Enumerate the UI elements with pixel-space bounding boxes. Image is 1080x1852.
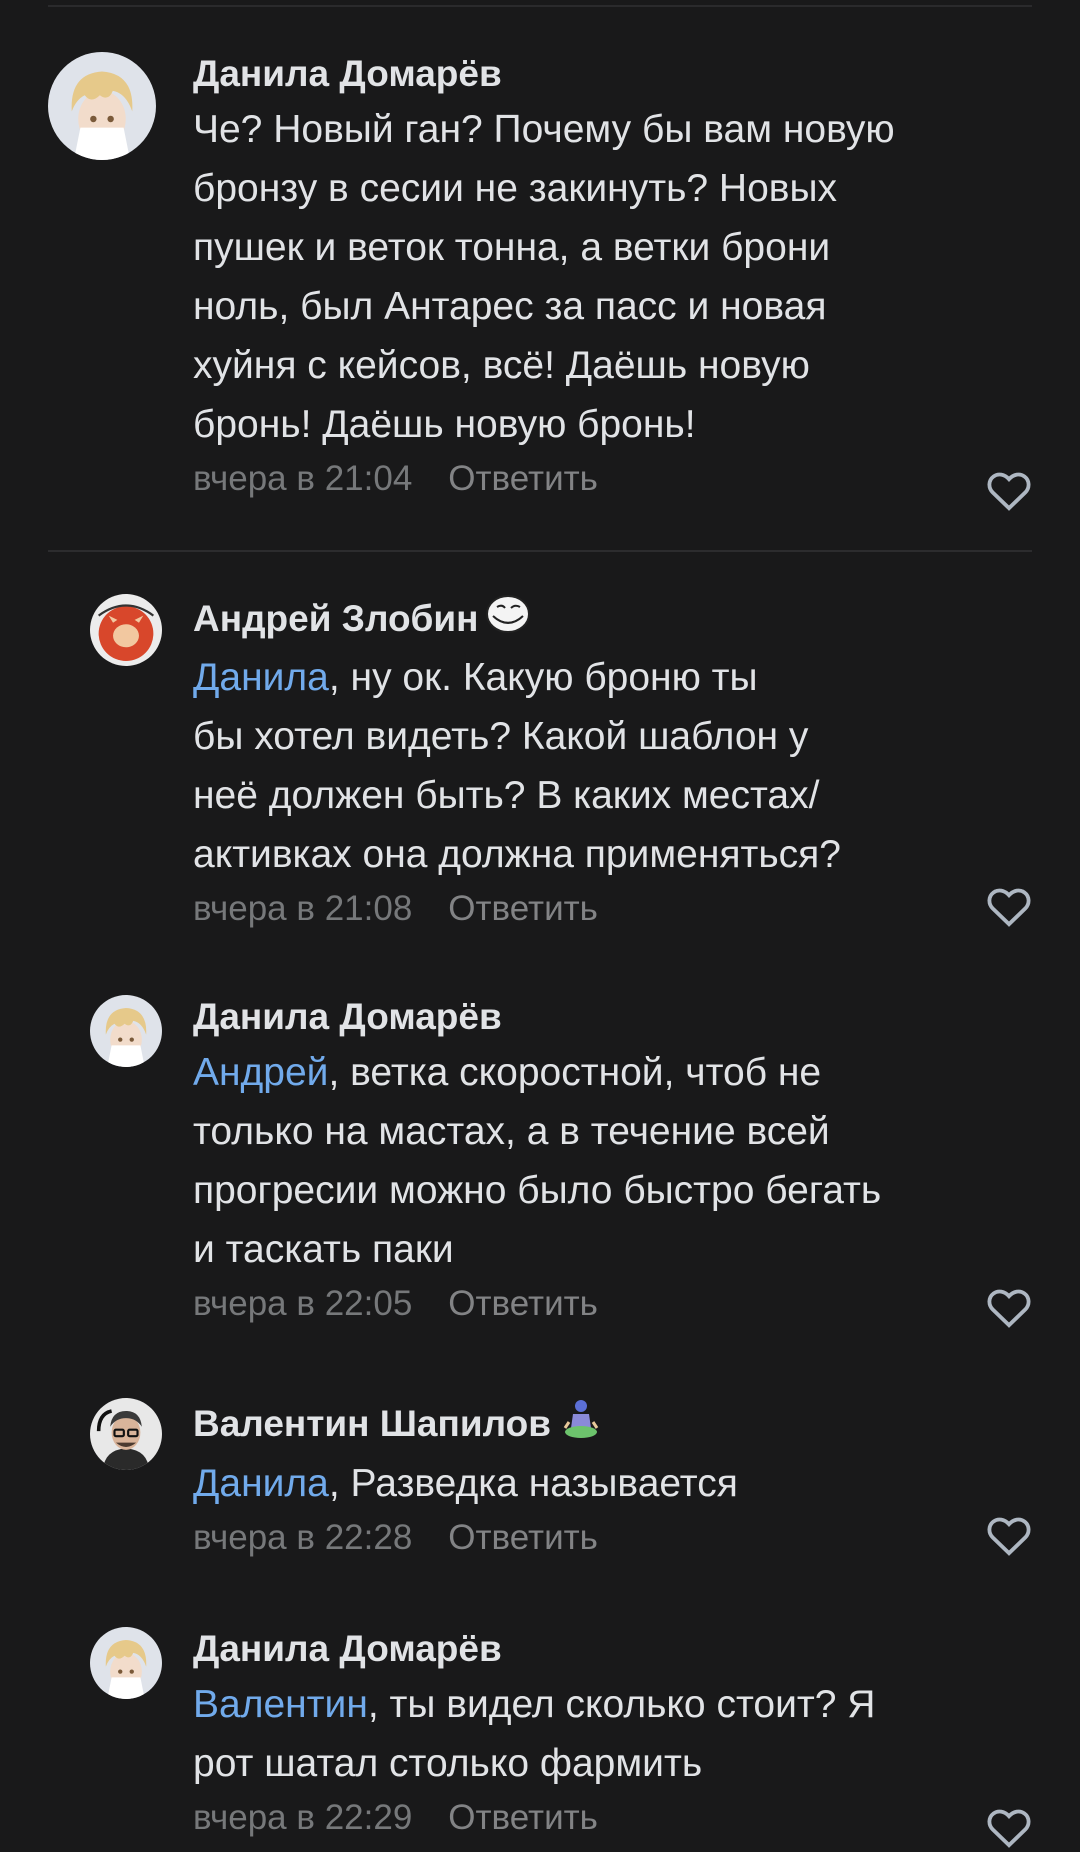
man-with-glasses-avatar-icon[interactable] bbox=[90, 1398, 162, 1470]
author-name-text: Валентин Шапилов bbox=[193, 1403, 551, 1444]
comment-content: Данила Домарёв Валентин, ты видел скольк… bbox=[193, 1627, 1033, 1843]
top-divider bbox=[48, 5, 1032, 7]
timestamp: вчера в 21:08 bbox=[193, 889, 413, 928]
comment-content: Андрей Злобин Данила, ну ок. Какую броню… bbox=[193, 594, 1033, 934]
text-line: бронь! Даёшь новую бронь! bbox=[193, 403, 696, 446]
text-line: хуйня с кейсов, всё! Даёшь новую bbox=[193, 344, 810, 387]
text-line: только на мастах, а в течение всей bbox=[193, 1110, 830, 1153]
text-line: прогресии можно было быстро бегать bbox=[193, 1169, 882, 1212]
author-name[interactable]: Данила Домарёв bbox=[193, 52, 1033, 96]
text-line: и таскать паки bbox=[193, 1228, 454, 1271]
text-line: Данила, ну ок. Какую броню ты bbox=[193, 648, 1033, 707]
comment-text: Че? Новый ган? Почему бы вам новую бронз… bbox=[193, 100, 1033, 454]
mention-link[interactable]: Андрей bbox=[193, 1051, 328, 1094]
comment-text: Данила, Разведка называется bbox=[193, 1454, 1033, 1513]
thread-divider bbox=[48, 550, 1032, 552]
anime-avatar-icon[interactable] bbox=[90, 995, 162, 1067]
author-name[interactable]: Данила Домарёв bbox=[193, 995, 1033, 1039]
comment-meta: вчера в 21:08 Ответить bbox=[193, 884, 1033, 934]
timestamp: вчера в 22:28 bbox=[193, 1518, 413, 1557]
text-line-rest: , ну ок. Какую броню ты bbox=[328, 656, 758, 699]
comment-meta: вчера в 21:04 Ответить bbox=[193, 454, 1033, 504]
comment-text: Валентин, ты видел сколько стоит? Я рот … bbox=[193, 1675, 1033, 1793]
timestamp: вчера в 22:29 bbox=[193, 1798, 413, 1837]
anime-avatar-icon[interactable] bbox=[48, 52, 156, 160]
comment-text: Андрей, ветка скоростной, чтоб не только… bbox=[193, 1043, 1033, 1279]
text-line: Данила, Разведка называется bbox=[193, 1454, 1033, 1513]
heart-icon[interactable] bbox=[986, 1515, 1032, 1557]
comment-meta: вчера в 22:05 Ответить bbox=[193, 1279, 1033, 1329]
heart-icon[interactable] bbox=[986, 470, 1032, 512]
text-line: неё должен быть? В каких местах/ bbox=[193, 774, 820, 817]
text-line: бы хотел видеть? Какой шаблон у bbox=[193, 715, 809, 758]
comment-text: Данила, ну ок. Какую броню ты бы хотел в… bbox=[193, 648, 1033, 884]
text-line: бронзу в сесии не закинуть? Новых bbox=[193, 167, 838, 210]
text-line: рот шатал столько фармить bbox=[193, 1742, 703, 1785]
reply-button[interactable]: Ответить bbox=[448, 454, 598, 504]
mention-link[interactable]: Валентин bbox=[193, 1683, 368, 1726]
timestamp: вчера в 21:04 bbox=[193, 459, 413, 498]
author-name[interactable]: Андрей Злобин bbox=[193, 594, 1033, 644]
heart-icon[interactable] bbox=[986, 1807, 1032, 1849]
heart-icon[interactable] bbox=[986, 886, 1032, 928]
comment-meta: вчера в 22:29 Ответить bbox=[193, 1793, 1033, 1843]
author-name[interactable]: Данила Домарёв bbox=[193, 1627, 1033, 1671]
reply-button[interactable]: Ответить bbox=[448, 1513, 598, 1563]
mention-link[interactable]: Данила bbox=[193, 1462, 329, 1505]
troll-face-icon bbox=[485, 594, 531, 644]
text-line-rest: , Разведка называется bbox=[328, 1462, 738, 1505]
text-line: активках она должна применяться? bbox=[193, 833, 841, 876]
timestamp: вчера в 22:05 bbox=[193, 1284, 413, 1323]
mention-link[interactable]: Данила bbox=[193, 656, 329, 699]
author-name-text: Андрей Злобин bbox=[193, 598, 479, 639]
reply-button[interactable]: Ответить bbox=[448, 1793, 598, 1843]
text-line: Андрей, ветка скоростной, чтоб не bbox=[193, 1043, 1033, 1102]
text-line-rest: , ветка скоростной, чтоб не bbox=[328, 1051, 822, 1094]
comment-content: Данила Домарёв Че? Новый ган? Почему бы … bbox=[193, 52, 1033, 504]
red-badge-avatar-icon[interactable] bbox=[90, 594, 162, 666]
reply-button[interactable]: Ответить bbox=[448, 1279, 598, 1329]
text-line: Валентин, ты видел сколько стоит? Я bbox=[193, 1675, 1033, 1734]
reply-button[interactable]: Ответить bbox=[448, 884, 598, 934]
comment-meta: вчера в 22:28 Ответить bbox=[193, 1513, 1033, 1563]
anime-avatar-icon[interactable] bbox=[90, 1627, 162, 1699]
text-line-rest: , ты видел сколько стоит? Я bbox=[367, 1683, 876, 1726]
heart-icon[interactable] bbox=[986, 1287, 1032, 1329]
text-line: ноль, был Антарес за пасс и новая bbox=[193, 285, 827, 328]
meditating-person-icon bbox=[563, 1398, 599, 1450]
text-line: пушек и веток тонна, а ветки брони bbox=[193, 226, 831, 269]
author-name[interactable]: Валентин Шапилов bbox=[193, 1398, 1033, 1450]
comment-content: Валентин Шапилов Данила, Разведка называ… bbox=[193, 1398, 1033, 1563]
comment-content: Данила Домарёв Андрей, ветка скоростной,… bbox=[193, 995, 1033, 1329]
text-line: Че? Новый ган? Почему бы вам новую bbox=[193, 108, 895, 151]
